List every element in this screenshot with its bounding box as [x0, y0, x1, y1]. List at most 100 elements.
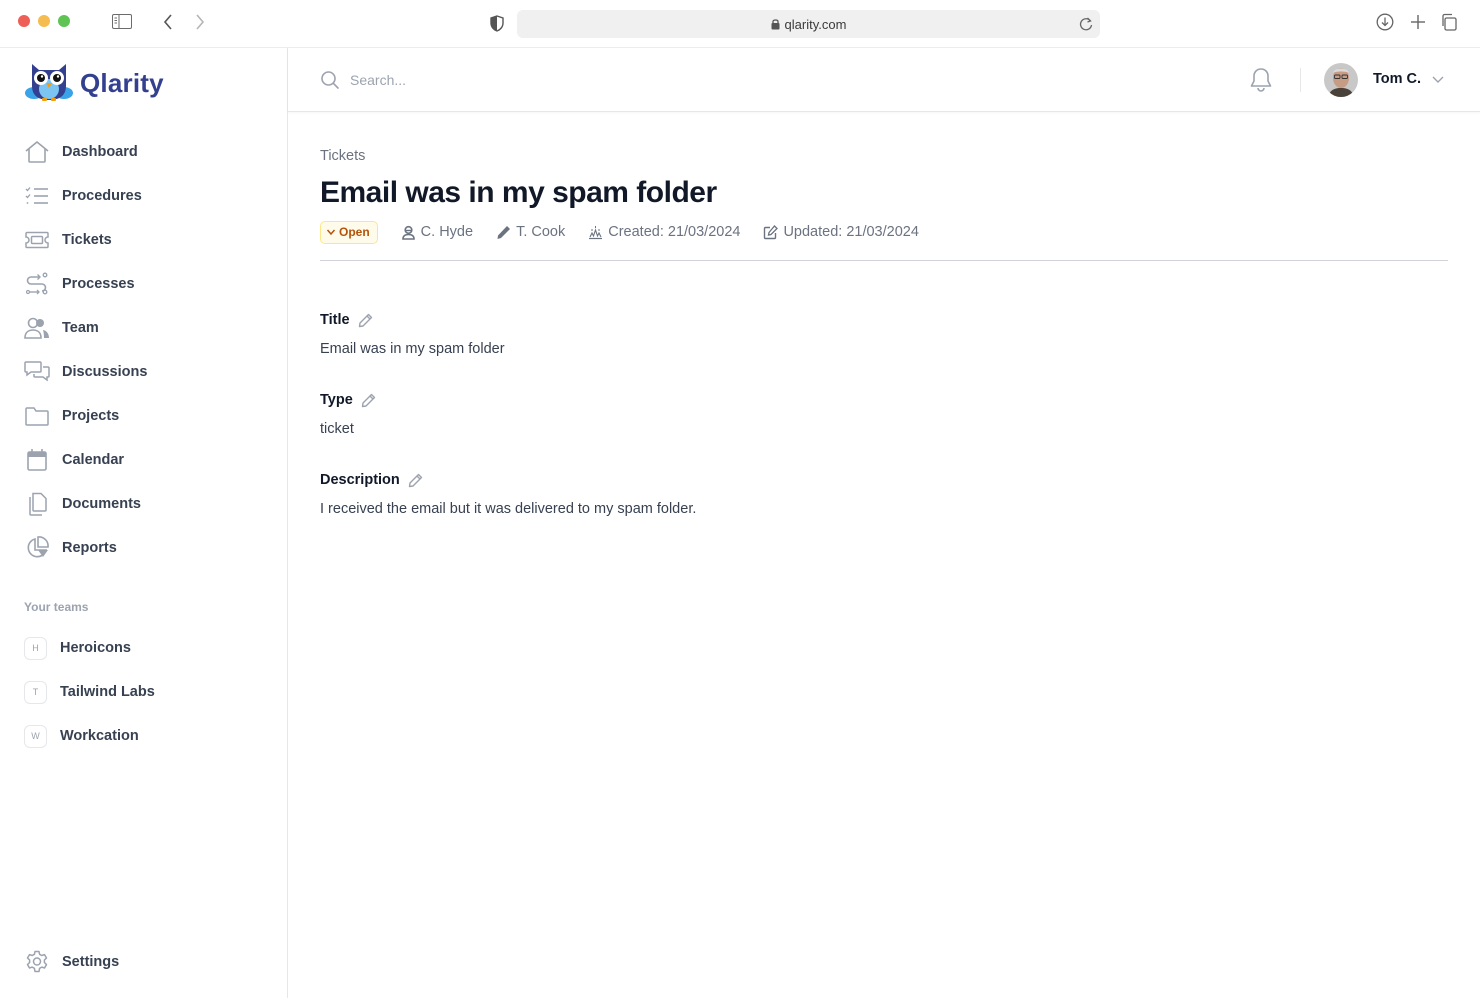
- team-name: Workcation: [60, 728, 139, 744]
- reporter: T. Cook: [496, 224, 565, 240]
- avatar[interactable]: [1324, 63, 1358, 97]
- forward-icon[interactable]: [192, 12, 208, 32]
- field-label: Title: [320, 312, 350, 328]
- team-item-heroicons[interactable]: H Heroicons: [24, 626, 264, 670]
- field-label-row: Description: [320, 472, 696, 488]
- team-initial-badge: W: [24, 724, 47, 748]
- browser-toolbar: qlarity.com: [0, 0, 1480, 48]
- created-date: Created: 21/03/2024: [588, 224, 740, 240]
- bell-icon[interactable]: [1249, 67, 1273, 93]
- documents-icon: [24, 491, 50, 517]
- field-label-row: Type: [320, 392, 376, 408]
- sidebar-item-label: Tickets: [62, 232, 112, 248]
- sidebar: Qlarity Dashboard Procedures Tickets Pro…: [0, 48, 288, 998]
- page-title: Email was in my spam folder: [320, 176, 717, 209]
- sidebar-item-discussions[interactable]: Discussions: [24, 350, 264, 394]
- updated-date: Updated: 21/03/2024: [763, 224, 919, 240]
- top-bar: Tom C.: [288, 48, 1480, 112]
- teams-list: H Heroicons T Tailwind Labs W Workcation: [24, 626, 264, 758]
- edit-square-icon: [763, 224, 779, 240]
- sidebar-item-tickets[interactable]: Tickets: [24, 218, 264, 262]
- privacy-shield-icon[interactable]: [490, 15, 504, 32]
- field-description: Description I received the email but it …: [320, 472, 696, 517]
- field-value: I received the email but it was delivere…: [320, 501, 697, 517]
- url-text: qlarity.com: [784, 16, 847, 32]
- sidebar-item-label: Discussions: [62, 364, 148, 380]
- window-close-button[interactable]: [18, 15, 30, 27]
- sidebar-item-label: Team: [62, 320, 99, 336]
- topbar-divider: [1300, 68, 1301, 92]
- pencil-icon[interactable]: [358, 313, 373, 328]
- lock-icon: [771, 18, 780, 30]
- sidebar-item-label: Processes: [62, 276, 135, 292]
- sidebar-item-label: Procedures: [62, 188, 142, 204]
- search-input[interactable]: [350, 66, 950, 94]
- field-value: Email was in my spam folder: [320, 341, 505, 357]
- main-nav: Dashboard Procedures Tickets Processes T…: [24, 130, 264, 570]
- user-name[interactable]: Tom C.: [1373, 71, 1421, 87]
- field-label: Type: [320, 392, 353, 408]
- field-type: Type ticket: [320, 392, 376, 437]
- calendar-icon: [24, 447, 50, 473]
- sidebar-item-dashboard[interactable]: Dashboard: [24, 130, 264, 174]
- brand-name: Qlarity: [80, 68, 164, 98]
- field-value: ticket: [320, 421, 354, 437]
- download-icon[interactable]: [1376, 13, 1394, 31]
- team-item-tailwind-labs[interactable]: T Tailwind Labs: [24, 670, 264, 714]
- user-icon: [401, 225, 416, 240]
- settings-label: Settings: [62, 954, 120, 970]
- status-label: Open: [339, 225, 370, 239]
- folder-icon: [24, 403, 50, 429]
- sidebar-item-label: Projects: [62, 408, 120, 424]
- teams-heading: Your teams: [24, 600, 89, 614]
- home-icon: [24, 139, 50, 165]
- sidebar-item-processes[interactable]: Processes: [24, 262, 264, 306]
- team-initial-badge: T: [24, 680, 47, 704]
- new-tab-icon[interactable]: [1409, 13, 1427, 31]
- sidebar-item-calendar[interactable]: Calendar: [24, 438, 264, 482]
- team-initial-badge: H: [24, 636, 47, 660]
- chat-bubbles-icon: [24, 359, 50, 385]
- team-item-workcation[interactable]: W Workcation: [24, 714, 264, 758]
- sidebar-toggle-icon[interactable]: [112, 14, 132, 29]
- search-icon: [320, 70, 340, 90]
- team-name: Tailwind Labs: [60, 684, 155, 700]
- created-label: Created: 21/03/2024: [608, 224, 741, 240]
- users-icon: [24, 315, 50, 341]
- status-badge[interactable]: Open: [320, 220, 378, 244]
- brand-logo[interactable]: Qlarity: [24, 60, 164, 107]
- field-label-row: Title: [320, 312, 505, 328]
- assignee-name: C. Hyde: [420, 224, 474, 240]
- gear-icon: [24, 949, 50, 975]
- breadcrumb[interactable]: Tickets: [320, 148, 365, 164]
- ticket-icon: [24, 227, 50, 253]
- pie-chart-icon: [24, 535, 50, 561]
- sidebar-item-documents[interactable]: Documents: [24, 482, 264, 526]
- checklist-icon: [24, 183, 50, 209]
- pen-icon: [496, 225, 511, 240]
- divider: [320, 260, 1448, 261]
- back-icon[interactable]: [160, 12, 176, 32]
- sidebar-item-label: Documents: [62, 496, 141, 512]
- team-name: Heroicons: [60, 640, 131, 656]
- sidebar-item-projects[interactable]: Projects: [24, 394, 264, 438]
- pencil-icon[interactable]: [408, 473, 423, 488]
- ticket-meta: Open C. Hyde T. Cook Created: 21/03/2024…: [320, 220, 919, 244]
- sidebar-item-procedures[interactable]: Procedures: [24, 174, 264, 218]
- window-minimize-button[interactable]: [38, 15, 50, 27]
- chevron-down-icon[interactable]: [1431, 72, 1445, 86]
- field-label: Description: [320, 472, 400, 488]
- reload-icon[interactable]: [1078, 16, 1094, 32]
- sidebar-item-team[interactable]: Team: [24, 306, 264, 350]
- sidebar-item-settings[interactable]: Settings: [24, 940, 119, 984]
- reporter-name: T. Cook: [516, 224, 566, 240]
- address-bar[interactable]: qlarity.com: [517, 10, 1100, 38]
- route-icon: [24, 271, 50, 297]
- sidebar-item-label: Dashboard: [62, 144, 138, 160]
- sparkle-icon: [588, 225, 603, 240]
- tab-overview-icon[interactable]: [1440, 13, 1458, 31]
- pencil-icon[interactable]: [361, 393, 376, 408]
- sidebar-item-reports[interactable]: Reports: [24, 526, 264, 570]
- field-title: Title Email was in my spam folder: [320, 312, 505, 357]
- window-zoom-button[interactable]: [58, 15, 70, 27]
